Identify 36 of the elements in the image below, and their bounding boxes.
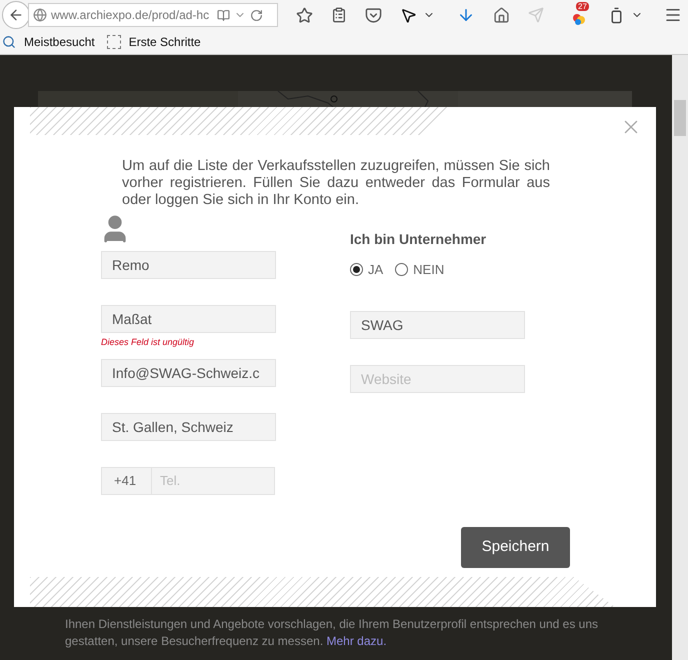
- bookmark-star-icon[interactable]: [296, 6, 313, 24]
- save-button[interactable]: Speichern: [461, 527, 570, 568]
- input-field[interactable]: Maßat: [101, 305, 276, 333]
- input-field[interactable]: St. Gallen, Schweiz: [101, 413, 276, 441]
- cursor-icon[interactable]: [400, 6, 417, 24]
- error-message: Dieses Feld ist ungültig: [101, 336, 196, 349]
- section-heading: Ich bin Unternehmer: [350, 230, 488, 249]
- back-button[interactable]: [2, 1, 30, 29]
- reader-icon: [217, 8, 230, 22]
- country-code: +41: [102, 468, 152, 494]
- radio-option[interactable]: JA: [350, 260, 384, 280]
- url-bar[interactable]: www.archiexpo.de/prod/ad-hc: [28, 3, 278, 27]
- input-field[interactable]: Remo: [101, 251, 276, 279]
- download-icon[interactable]: [457, 6, 475, 24]
- scrollbar[interactable]: [672, 55, 688, 660]
- more-link[interactable]: Mehr dazu.: [326, 634, 387, 648]
- dotted-square-icon: [106, 35, 121, 49]
- radio-option[interactable]: NEIN: [395, 260, 444, 280]
- pocket-icon[interactable]: [365, 6, 382, 24]
- home-icon[interactable]: [493, 6, 510, 24]
- cookie-notice: Ihnen Dienstleistungen und Angebote vorschlagen, die Ihrem Benutzerprofil entsprechen und es uns gestatten, unsere Besucherfrequenz zu messen. Mehr dazu.: [65, 616, 600, 650]
- refresh-icon: [250, 8, 264, 22]
- search-icon: [2, 35, 16, 49]
- clipboard-list-icon[interactable]: [331, 7, 347, 23]
- bookmark-item[interactable]: Meistbesucht: [24, 33, 95, 51]
- input-field[interactable]: SWAG: [350, 310, 525, 338]
- phone-input[interactable]: Tel.: [152, 468, 274, 494]
- intro-text: Um auf die Liste der Verkaufsstellen zuzugreifen, müssen Sie sich vorher registrieren. Füllen Sie dazu entweder das Formular aus oder loggen Sie sich in Ihr Konto ein.: [122, 158, 550, 209]
- phone-field[interactable]: +41 Tel.: [101, 467, 275, 495]
- bookmark-item[interactable]: Erste Schritte: [128, 33, 201, 51]
- url-text: www.archiexpo.de/prod/ad-hc: [51, 7, 210, 24]
- globe-icon: [33, 8, 47, 22]
- input-field[interactable]: Website: [350, 364, 525, 392]
- menu-icon[interactable]: [664, 6, 682, 24]
- notification-badge: 27: [576, 2, 589, 11]
- input-field[interactable]: Info@SWAG-Schweiz.c: [101, 359, 276, 387]
